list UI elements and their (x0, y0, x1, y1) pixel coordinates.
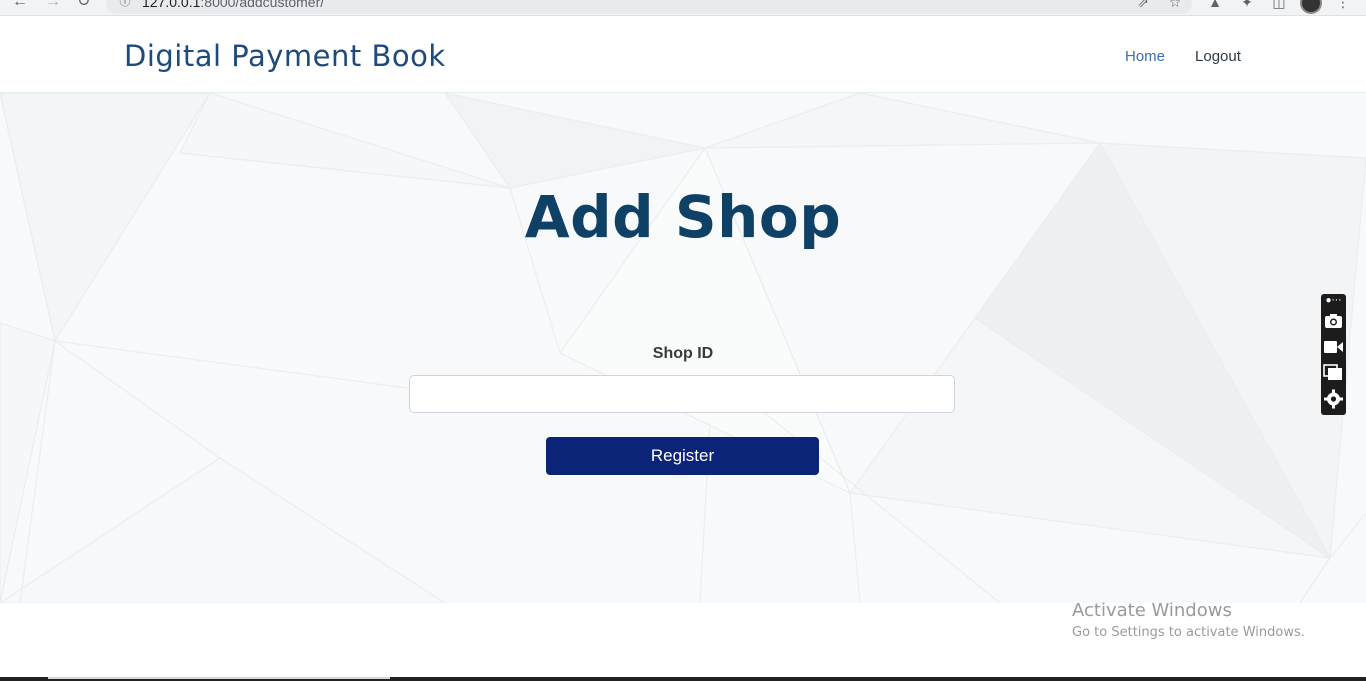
page-title: Add Shop (524, 183, 842, 251)
browser-chrome: ← → ↻ ⓘ 127.0.0.1:8000/addcustomer/ ⇗ ☆ … (0, 0, 1366, 16)
site-info-icon[interactable]: ⓘ (118, 0, 132, 9)
register-button[interactable]: Register (546, 437, 819, 475)
camera-icon[interactable] (1321, 311, 1346, 331)
share-icon[interactable]: ⇗ (1136, 0, 1150, 9)
taskbar-highlight (48, 677, 390, 679)
watermark-subtitle: Go to Settings to activate Windows. (1072, 625, 1305, 640)
extension-triangle-icon[interactable]: ▲ (1208, 0, 1222, 9)
puzzle-icon[interactable]: ✦ (1240, 0, 1254, 9)
side-panel-icon[interactable]: ◫ (1272, 0, 1286, 9)
activate-windows-watermark: Activate Windows Go to Settings to activ… (1072, 600, 1305, 640)
site-navbar: Digital Payment Book Home Logout (0, 21, 1366, 93)
reload-icon[interactable]: ↻ (77, 0, 90, 10)
url-text: 127.0.0.1:8000/addcustomer/ (142, 0, 325, 10)
shop-id-label: Shop ID (652, 345, 714, 362)
toolbar-menu-icon[interactable]: ●⋯ (1321, 294, 1346, 308)
bookmark-star-icon[interactable]: ☆ (1168, 0, 1182, 9)
back-icon[interactable]: ← (12, 0, 28, 10)
shop-id-input[interactable] (409, 375, 955, 413)
nav-link-home[interactable]: Home (1125, 48, 1165, 65)
forward-icon[interactable]: → (45, 0, 61, 10)
taskbar-edge (0, 677, 1366, 681)
screen-recorder-toolbar: ●⋯ (1321, 294, 1346, 415)
video-icon[interactable] (1321, 337, 1346, 357)
brand-logo-text[interactable]: Digital Payment Book (124, 39, 446, 73)
nav-link-logout[interactable]: Logout (1195, 48, 1241, 65)
hero-section: Add Shop Shop ID Register (0, 93, 1366, 603)
nav-links: Home Logout (1125, 48, 1241, 65)
profile-avatar[interactable] (1300, 0, 1322, 14)
gear-icon[interactable] (1321, 388, 1346, 410)
copy-icon[interactable] (1321, 362, 1346, 382)
watermark-title: Activate Windows (1072, 600, 1232, 621)
menu-dots-icon[interactable]: ⋮ (1336, 0, 1350, 9)
